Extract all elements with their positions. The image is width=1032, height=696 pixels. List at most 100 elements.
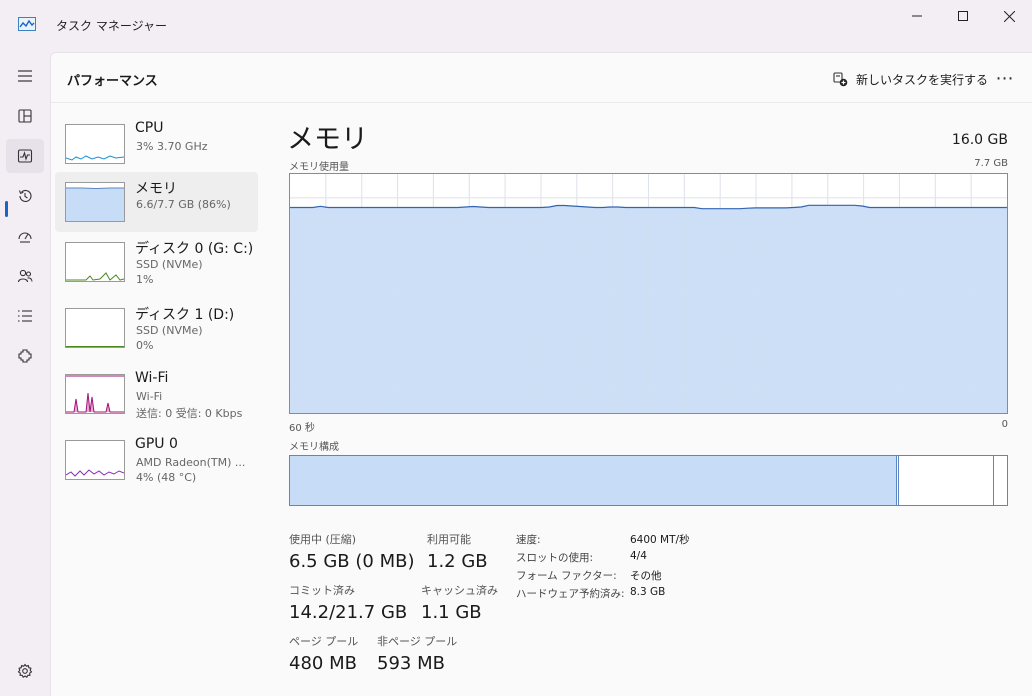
composition-standby <box>898 456 994 505</box>
hardware-reserved-value: 8.3 GB <box>630 586 666 598</box>
in-use-label: 使用中 (圧縮) <box>289 533 357 546</box>
navigation-rail <box>0 52 50 696</box>
nav-users[interactable] <box>6 259 44 293</box>
menu-button[interactable] <box>6 59 44 93</box>
performance-icon <box>17 149 33 163</box>
composition-label: メモリ構成 <box>289 442 339 453</box>
nav-startup-apps[interactable] <box>6 219 44 253</box>
device-sparkline-line-gpu0 <box>66 469 124 477</box>
device-thumbnail-disk1 <box>65 308 125 348</box>
device-detail-wifi: Wi-Fi <box>136 390 163 403</box>
startup-apps-icon <box>18 232 32 243</box>
committed-value: 14.2/21.7 GB <box>289 602 408 623</box>
close-button[interactable] <box>986 6 1032 26</box>
memory-usage-chart <box>290 174 1007 413</box>
device-name-gpu0: GPU 0 <box>135 436 178 452</box>
command-bar: パフォーマンス 新しいタスクを実行する ⋯ <box>51 53 1032 103</box>
nav-services[interactable] <box>6 339 44 373</box>
usage-graph-label: メモリ使用量 <box>289 162 349 173</box>
device-name-memory: メモリ <box>135 181 177 197</box>
services-icon <box>18 349 32 363</box>
device-status-wifi: 送信: 0 受信: 0 Kbps <box>136 407 243 420</box>
device-thumbnail-wifi <box>65 374 125 414</box>
speed-value: 6400 MT/秒 <box>630 534 690 546</box>
nav-processes[interactable] <box>6 99 44 133</box>
slots-used-value: 4/4 <box>630 550 647 562</box>
device-sparkline-line-wifi <box>66 392 124 413</box>
device-status-gpu0: 4% (48 °C) <box>136 471 197 484</box>
speed-label: 速度: <box>516 534 541 546</box>
device-status-disk0: 1% <box>136 273 154 286</box>
in-use-value: 6.5 GB (0 MB) <box>289 551 415 572</box>
device-name-wifi: Wi-Fi <box>135 370 169 386</box>
device-detail-gpu0: AMD Radeon(TM) ... <box>136 456 246 469</box>
device-detail-disk1: SSD (NVMe) <box>136 324 203 337</box>
device-sparkline-cpu <box>66 155 124 161</box>
nav-details[interactable] <box>6 299 44 333</box>
more-options-button[interactable]: ⋯ <box>991 67 1019 89</box>
paged-pool-label: ページ プール <box>289 635 359 648</box>
usage-graph-max: 7.7 GB <box>974 158 1008 169</box>
nonpaged-pool-label: 非ページ プール <box>377 635 458 648</box>
device-name-disk1: ディスク 1 (D:) <box>135 307 235 323</box>
nonpaged-pool-value: 593 MB <box>377 653 445 674</box>
device-item-gpu0[interactable]: GPU 0 AMD Radeon(TM) ... 4% (48 °C) <box>55 430 258 490</box>
device-thumbnail-cpu <box>65 124 125 164</box>
nav-performance[interactable] <box>6 139 44 173</box>
device-thumbnail-gpu0 <box>65 440 125 480</box>
device-sparkline-gpu0 <box>66 469 124 477</box>
maximize-button[interactable] <box>940 6 986 26</box>
device-name-disk0: ディスク 0 (G: C:) <box>135 241 254 257</box>
memory-usage-graph <box>289 173 1008 414</box>
device-thumbnail-disk0 <box>65 242 125 282</box>
menu-icon <box>18 70 32 82</box>
paged-pool-value: 480 MB <box>289 653 357 674</box>
cached-label: キャッシュ済み <box>421 584 498 597</box>
run-new-task-label: 新しいタスクを実行する <box>856 72 989 87</box>
device-item-cpu[interactable]: CPU 3% 3.70 GHz <box>55 114 258 174</box>
device-sparkline-disk1 <box>66 346 124 347</box>
device-detail-cpu: 3% 3.70 GHz <box>136 140 208 153</box>
window-title: タスク マネージャー <box>56 19 167 33</box>
device-thumbnail-memory <box>65 182 125 222</box>
available-value: 1.2 GB <box>427 551 488 572</box>
device-item-disk0[interactable]: ディスク 0 (G: C:) SSD (NVMe) 1% <box>55 232 258 292</box>
device-sparkline-disk0 <box>66 272 124 281</box>
device-sparkline-memory <box>66 187 124 221</box>
more-icon: ⋯ <box>995 67 1015 89</box>
users-icon <box>17 269 33 283</box>
new-task-icon <box>833 71 848 86</box>
nav-app-history[interactable] <box>6 179 44 213</box>
time-axis-right: 0 <box>1001 419 1008 430</box>
device-sparkline-line-disk0 <box>66 272 124 281</box>
device-sparkline-line-cpu <box>66 155 124 161</box>
minimize-button[interactable] <box>894 6 940 26</box>
device-item-disk1[interactable]: ディスク 1 (D:) SSD (NVMe) 0% <box>55 298 258 358</box>
details-icon <box>18 310 32 322</box>
device-name-cpu: CPU <box>135 120 164 136</box>
hardware-reserved-label: ハードウェア予約済み: <box>516 588 625 600</box>
available-label: 利用可能 <box>427 533 471 546</box>
run-new-task-button[interactable]: 新しいタスクを実行する <box>833 69 988 89</box>
usage-grid-overlay <box>290 174 1007 413</box>
nav-settings[interactable] <box>6 654 44 688</box>
device-status-disk1: 0% <box>136 339 154 352</box>
memory-total: 16.0 GB <box>951 132 1008 148</box>
device-item-wifi[interactable]: Wi-Fi Wi-Fi 送信: 0 受信: 0 Kbps <box>55 364 258 424</box>
cached-value: 1.1 GB <box>421 602 482 623</box>
device-detail-disk0: SSD (NVMe) <box>136 258 203 271</box>
memory-composition-bar <box>289 455 1008 506</box>
time-axis-left: 60 秒 <box>289 423 315 434</box>
form-factor-value: その他 <box>630 570 662 582</box>
composition-in-use <box>290 456 897 505</box>
slots-used-label: スロットの使用: <box>516 552 594 564</box>
title-bar: タスク マネージャー <box>0 0 1032 52</box>
settings-icon <box>17 663 33 678</box>
device-sparkline-wifi <box>66 375 124 413</box>
processes-icon <box>18 109 32 123</box>
device-detail-memory: 6.6/7.7 GB (86%) <box>136 198 231 211</box>
device-sparkline-line-memory <box>66 187 124 190</box>
detail-title: メモリ <box>287 124 368 155</box>
memory-thumbnail-fill <box>66 188 124 221</box>
device-item-memory[interactable]: メモリ 6.6/7.7 GB (86%) <box>55 172 258 232</box>
